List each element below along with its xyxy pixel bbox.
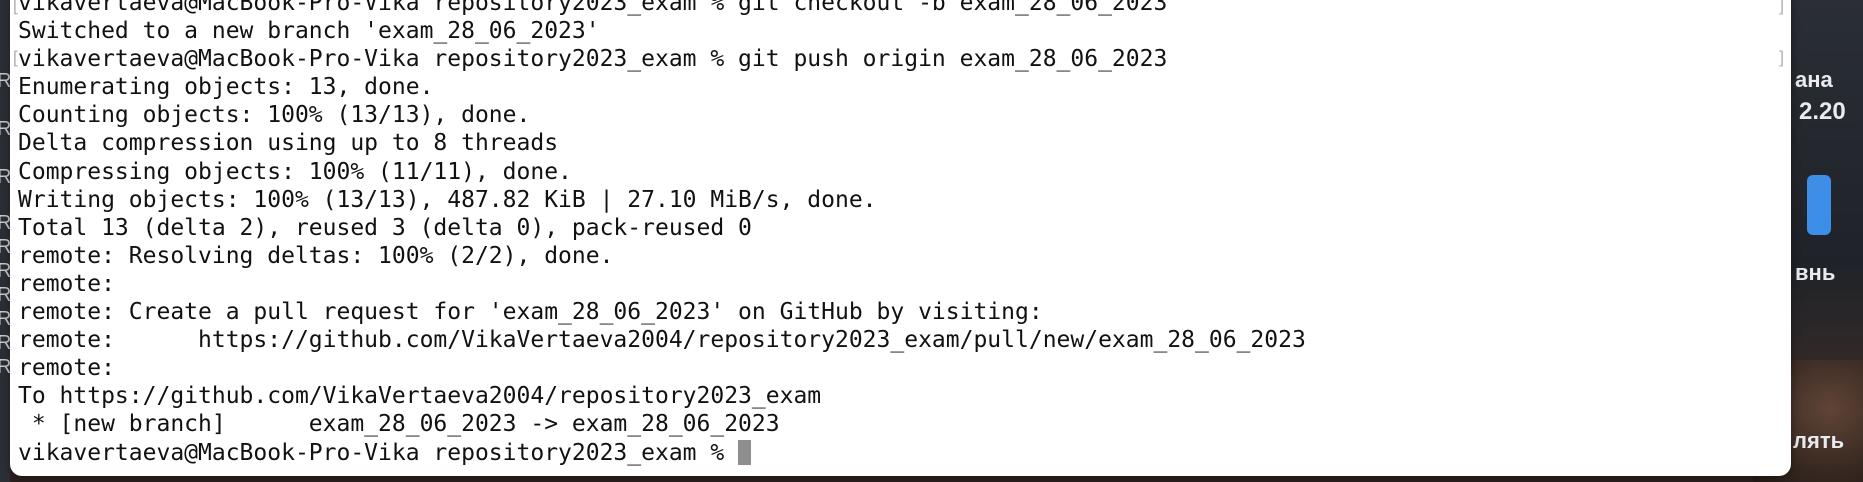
terminal-line: remote: Resolving deltas: 100% (2/2), do… [18, 242, 614, 269]
widget-text: ана [1795, 67, 1833, 92]
terminal-line: Total 13 (delta 2), reused 3 (delta 0), … [18, 214, 752, 241]
terminal-prompt-line[interactable]: vikavertaeva@MacBook-Pro-Vika repository… [18, 439, 1306, 467]
terminal-line: vikavertaeva@MacBook-Pro-Vika repository… [18, 0, 1168, 16]
terminal-output: vikavertaeva@MacBook-Pro-Vika repository… [18, 0, 1306, 467]
terminal-line: remote: [18, 270, 115, 297]
line-marker: ] [1776, 48, 1787, 69]
background-widget: ана 2.20 внь лять [1785, 0, 1863, 482]
widget-value: 2.20 [1799, 98, 1846, 125]
terminal-line: remote: https://github.com/VikaVertaeva2… [18, 327, 1306, 354]
background-window-edge: R R R R R R R R R R [0, 0, 11, 482]
terminal-line: * [new branch] exam_28_06_2023 -> exam_2… [18, 411, 780, 438]
terminal-line: Counting objects: 100% (13/13), done. [18, 102, 531, 129]
terminal-line: Writing objects: 100% (13/13), 487.82 Ki… [18, 186, 877, 213]
terminal-line: remote: Create a pull request for 'exam_… [18, 299, 1043, 326]
terminal-line: vikavertaeva@MacBook-Pro-Vika repository… [18, 46, 1168, 73]
terminal-window[interactable]: [ [ ] ] vikavertaeva@MacBook-Pro-Vika re… [10, 0, 1791, 476]
widget-button[interactable] [1807, 175, 1831, 235]
terminal-line: Compressing objects: 100% (11/11), done. [18, 158, 572, 185]
terminal-line: Enumerating objects: 13, done. [18, 74, 434, 101]
text-cursor [738, 439, 752, 465]
line-marker: ] [1776, 0, 1787, 17]
terminal-line: To https://github.com/VikaVertaeva2004/r… [18, 383, 822, 410]
widget-text: внь [1795, 260, 1836, 285]
terminal-line: Delta compression using up to 8 threads [18, 130, 559, 157]
terminal-line: remote: [18, 355, 115, 382]
terminal-line: Switched to a new branch 'exam_28_06_202… [18, 18, 600, 45]
terminal-prompt: vikavertaeva@MacBook-Pro-Vika repository… [18, 439, 739, 466]
widget-text: лять [1793, 428, 1845, 453]
